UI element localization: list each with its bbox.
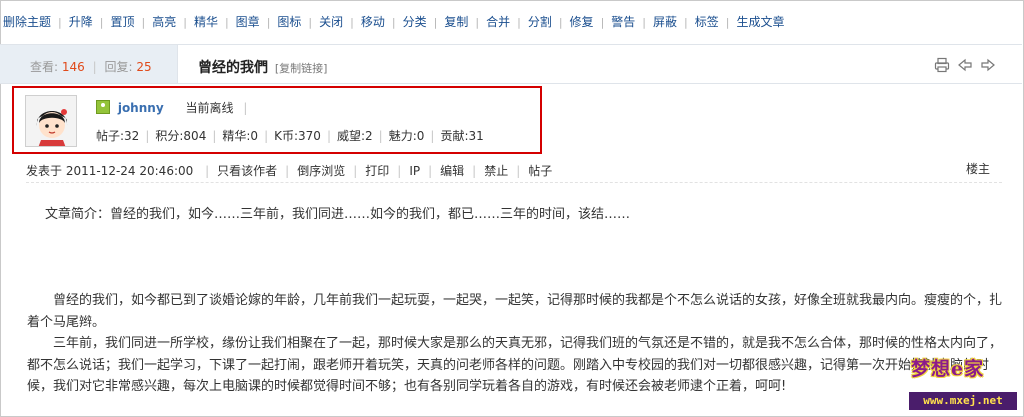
divider: |: [145, 129, 150, 143]
divider: |: [378, 129, 383, 143]
thread-header: 查看: 146 | 回复: 25 曾经的我們 [复制链接]: [0, 44, 1022, 84]
toolbar-item[interactable]: 图章: [236, 13, 260, 30]
divider: |: [516, 164, 521, 178]
toolbar-item[interactable]: 屏蔽: [653, 13, 677, 30]
toolbar-divider: |: [183, 16, 187, 29]
author-stat: 积分:804: [155, 129, 207, 143]
post-action-link[interactable]: 倒序浏览: [297, 164, 345, 178]
toolbar-item[interactable]: 复制: [444, 13, 468, 30]
thread-stats: 查看: 146 | 回复: 25: [0, 45, 178, 83]
watermark-url: www.mxej.net: [909, 392, 1017, 410]
print-icon[interactable]: [934, 57, 950, 73]
divider: |: [428, 164, 433, 178]
toolbar-divider: |: [391, 16, 396, 29]
toolbar-divider: |: [141, 16, 146, 29]
toolbar-item[interactable]: 删除主题: [3, 13, 51, 30]
toolbar-item[interactable]: 精华: [194, 13, 218, 30]
toolbar-divider: |: [475, 16, 480, 29]
toolbar-item[interactable]: 置顶: [110, 13, 134, 30]
post-content: 曾经的我们，如今都已到了谈婚论嫁的年龄，几年前我们一起玩耍，一起哭，一起笑，记得…: [27, 290, 1002, 398]
toolbar-divider: |: [684, 16, 688, 29]
toolbar-item[interactable]: 图标: [277, 13, 301, 30]
post-action-link[interactable]: 编辑: [440, 164, 464, 178]
divider: |: [264, 129, 269, 143]
toolbar-item[interactable]: 警告: [611, 13, 635, 30]
divider: |: [397, 164, 402, 178]
prev-thread-icon[interactable]: [957, 57, 973, 73]
toolbar-divider: |: [558, 16, 563, 29]
toolbar-divider: |: [517, 16, 521, 29]
toolbar-divider: |: [642, 16, 647, 29]
watermark-title: 梦想e家: [911, 358, 985, 380]
author-stat: 贡献:31: [440, 129, 484, 143]
toolbar-divider: |: [224, 16, 229, 29]
toolbar-divider: |: [266, 16, 271, 29]
replies-label: 回复:: [104, 60, 133, 74]
toolbar-item[interactable]: 分割: [528, 13, 552, 30]
divider: |: [205, 164, 210, 178]
divider: |: [243, 101, 248, 115]
site-watermark-logo: 梦想e家 www.mxej.net: [907, 352, 1019, 414]
thread-title: 曾经的我們: [198, 60, 268, 76]
user-status-icon: [96, 100, 110, 114]
post-action-link[interactable]: 帖子: [528, 164, 552, 178]
post-date: 发表于 2011-12-24 20:46:00: [26, 164, 194, 178]
post-action-link[interactable]: 打印: [365, 164, 389, 178]
author-stat: 魅力:0: [388, 129, 425, 143]
divider: |: [92, 60, 97, 74]
author-stat: 威望:2: [336, 129, 373, 143]
toolbar-item[interactable]: 高亮: [152, 13, 176, 30]
post-summary: 文章简介：曾经的我们，如今……三年前，我们同进……如今的我们，都已……三年的时间…: [45, 207, 631, 222]
toolbar-divider: |: [350, 16, 354, 29]
post-action-link[interactable]: 禁止: [484, 164, 508, 178]
author-stat: K币:370: [274, 129, 321, 143]
toolbar-item[interactable]: 合并: [486, 13, 510, 30]
toolbar-item[interactable]: 标签: [695, 13, 719, 30]
divider: |: [472, 164, 477, 178]
thread-title-area: 曾经的我們 [复制链接]: [198, 57, 327, 77]
author-stat: 精华:0: [222, 129, 259, 143]
toolbar-divider: |: [308, 16, 313, 29]
toolbar-divider: |: [99, 16, 104, 29]
author-info-box: johnny 当前离线 | 帖子:32 | 积分:804 | 精华:0 | K币:370 | 威…: [12, 86, 542, 154]
post-action-link[interactable]: 只看该作者: [217, 164, 277, 178]
toolbar-divider: |: [58, 16, 62, 29]
divider: |: [326, 129, 331, 143]
post-paragraph: 三年前，我们同进一所学校，缘份让我们相聚在了一起，那时候大家是那么的天真无邪，记…: [27, 336, 1003, 394]
divider: |: [285, 164, 290, 178]
divider: |: [212, 129, 217, 143]
divider: |: [353, 164, 358, 178]
toolbar-item[interactable]: 关闭: [319, 13, 343, 30]
toolbar-divider: |: [600, 16, 605, 29]
toolbar-item[interactable]: 升降: [69, 13, 93, 30]
toolbar-item[interactable]: 修复: [570, 13, 594, 30]
post-action-link[interactable]: IP: [409, 164, 420, 178]
post-paragraph: 曾经的我们，如今都已到了谈婚论嫁的年龄，几年前我们一起玩耍，一起哭，一起笑，记得…: [27, 293, 1003, 330]
next-thread-icon[interactable]: [980, 57, 996, 73]
divider: |: [430, 129, 435, 143]
moderation-toolbar: 删除主题 | 升降 | 置顶 | 高亮 | 精华 | 图章 | 图标 | 关闭 | 移动 | 分类 | 复制 | 合并 | 分割…: [0, 0, 1022, 42]
online-status: 当前离线: [185, 101, 234, 115]
replies-count: 25: [136, 60, 152, 74]
author-stat: 帖子:32: [96, 129, 140, 143]
post-meta: 发表于 2011-12-24 20:46:00 | 只看该作者 | 倒序浏览 | 打印 | I…: [26, 162, 992, 179]
views-label: 查看:: [30, 60, 59, 74]
copy-link-button[interactable]: [复制链接]: [275, 62, 328, 75]
toolbar-item[interactable]: 生成文章: [736, 13, 784, 30]
author-stats: 帖子:32 | 积分:804 | 精华:0 | K币:370 | 威望:2 | 魅力:0 | 贡献:31: [96, 127, 484, 144]
floor-label: 楼主: [966, 162, 991, 176]
divider: [26, 182, 1002, 183]
toolbar-divider: |: [725, 16, 730, 29]
avatar[interactable]: [25, 95, 77, 147]
thread-tools: [934, 57, 996, 73]
toolbar-divider: |: [433, 16, 438, 29]
toolbar-item[interactable]: 分类: [403, 13, 427, 30]
toolbar-item[interactable]: 移动: [361, 13, 385, 30]
views-count: 146: [61, 60, 85, 74]
author-name-line: johnny 当前离线 |: [96, 99, 253, 116]
author-username[interactable]: johnny: [118, 101, 164, 115]
